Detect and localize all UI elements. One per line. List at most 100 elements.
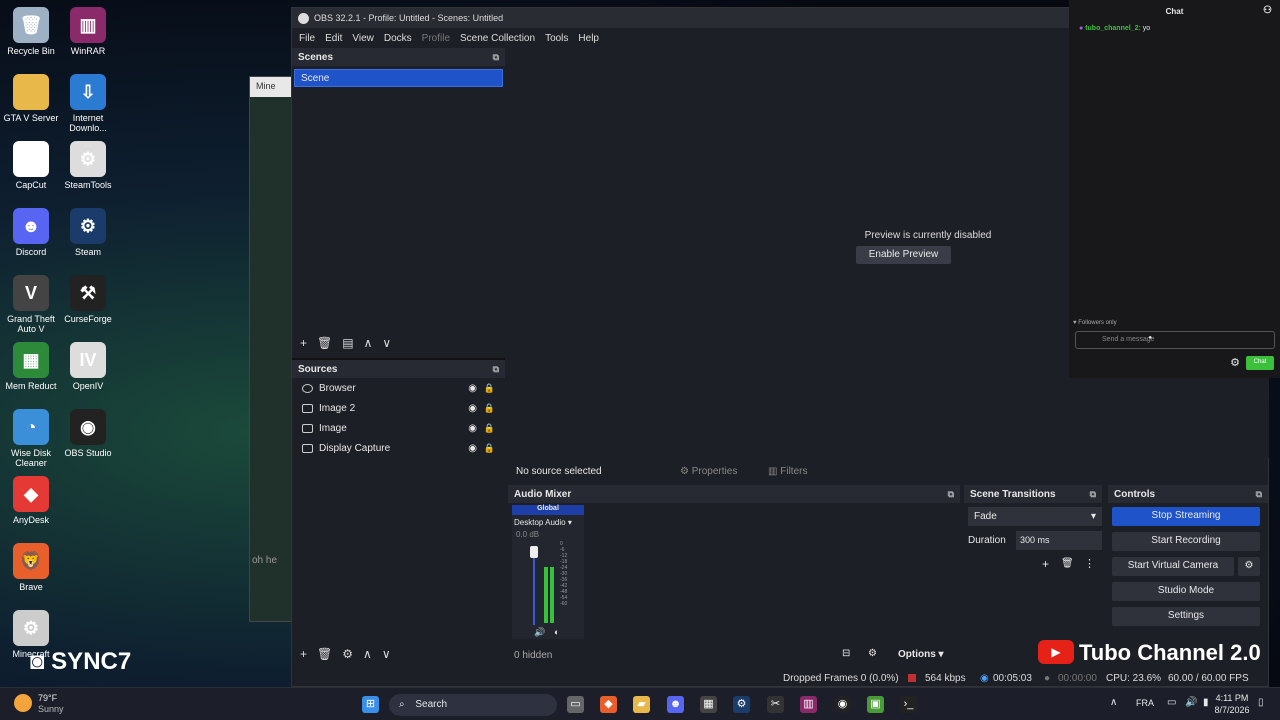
remove-source-icon[interactable]: 🗑 [317,647,332,661]
discord-icon[interactable]: ☻ [667,696,684,713]
menu-scene-collection[interactable]: Scene Collection [455,33,540,44]
volume-slider-handle[interactable] [530,546,538,558]
visibility-eye-icon[interactable]: ◉ [468,383,477,394]
add-transition-icon[interactable]: + [1042,557,1049,571]
lock-icon[interactable]: 🔒 [484,403,495,414]
notification-icon[interactable]: ▯ [1258,697,1264,708]
chat-send-button[interactable]: Chat [1246,356,1274,370]
menu-docks[interactable]: Docks [379,33,417,44]
mixer-settings-icon[interactable]: ⚙ [868,648,877,659]
menu-view[interactable]: View [347,33,379,44]
capcut-icon[interactable]: ✂ [767,696,784,713]
remove-scene-icon[interactable]: 🗑 [317,336,332,350]
desktop-icon[interactable]: ⇩ Internet Downlo... [57,74,119,133]
options-button[interactable]: Options ▾ [898,649,944,660]
menu-tools[interactable]: Tools [540,33,573,44]
users-icon[interactable]: ⚇ [1263,5,1272,16]
obs-icon[interactable]: ◉ [834,696,851,713]
properties-button[interactable]: ⚙ Properties [680,466,737,477]
terminal-icon[interactable]: ›_ [900,696,917,713]
winrar-icon[interactable]: ▥ [800,696,817,713]
menu-profile[interactable]: Profile [417,33,455,44]
visibility-eye-icon[interactable]: ◉ [468,443,477,454]
desktop-icon[interactable]: V Grand Theft Auto V [0,275,62,334]
add-scene-icon[interactable]: + [300,336,307,350]
desktop-icon[interactable]: 🗑 Recycle Bin [0,7,62,56]
duration-input[interactable]: 300 ms [1016,531,1102,550]
desktop-icon[interactable]: ▥ WinRAR [57,7,119,56]
search-box[interactable]: ⌕ Search [389,694,557,716]
clock-time[interactable]: 4:11 PM [1212,693,1252,703]
desktop-icon[interactable]: ☻ Discord [0,208,62,257]
task-view-icon[interactable]: ▭ [567,696,584,713]
desktop-icon[interactable]: 🦁 Brave [0,543,62,592]
scene-filters-icon[interactable]: ▤ [342,336,353,350]
undock-icon[interactable]: ⧉ [493,52,499,63]
volume-icon[interactable]: 🔊 [1185,697,1197,708]
chat-username[interactable]: tubo_channel_2: [1085,25,1141,32]
speaker-icon[interactable]: 🔊 [534,627,545,638]
desktop-icon[interactable]: ◔ Wise Disk Cleaner [0,409,62,468]
clock-date[interactable]: 8/7/2026 [1208,705,1256,715]
visibility-eye-icon[interactable]: ◉ [468,423,477,434]
source-item[interactable]: Image 2 ◉ 🔒 [292,398,505,418]
undock-icon[interactable]: ⧉ [1256,489,1262,500]
desktop-icon[interactable]: ◉ OBS Studio [57,409,119,458]
more-icon[interactable]: ⋮ [1084,557,1095,570]
source-item[interactable]: Image ◉ 🔒 [292,418,505,438]
add-source-icon[interactable]: + [300,647,307,661]
desktop-icon[interactable]: GTA V Server [0,74,62,123]
source-item[interactable]: Display Capture ◉ 🔒 [292,438,505,458]
transition-select[interactable]: Fade ▾ [968,507,1102,526]
desktop-icon[interactable]: ◆ AnyDesk [0,476,62,525]
move-down-icon[interactable]: ∨ [382,647,391,661]
start-icon[interactable]: ⊞ [362,696,379,713]
background-window[interactable]: Mine oh he [249,76,293,622]
move-down-icon[interactable]: ∨ [382,336,391,350]
language-indicator[interactable]: FRA [1136,698,1154,708]
source-properties-icon[interactable]: ⚙ [342,647,353,661]
weather-temp[interactable]: 79°F [38,693,57,703]
tray-overflow-icon[interactable]: ∧ [1110,697,1117,708]
file-explorer-icon[interactable]: ▰ [633,696,650,713]
minecraft-icon[interactable]: ▣ [867,696,884,713]
stop-streaming-button[interactable]: Stop Streaming [1112,507,1260,526]
chat-emote-icon[interactable]: ● [1148,335,1152,341]
settings-button[interactable]: Settings [1112,607,1260,626]
undock-icon[interactable]: ⧉ [493,364,499,375]
lock-icon[interactable]: 🔒 [484,423,495,434]
move-up-icon[interactable]: ∧ [364,336,373,350]
desktop-icon[interactable]: ▦ Mem Reduct [0,342,62,391]
studio-mode-button[interactable]: Studio Mode [1112,582,1260,601]
visibility-eye-icon[interactable]: ◉ [468,403,477,414]
steam-icon[interactable]: ⚙ [733,696,750,713]
mixer-channel-name[interactable]: Desktop Audio ▾ [512,515,584,530]
brave-icon[interactable]: ◆ [600,696,617,713]
lock-icon[interactable]: 🔒 [484,443,495,454]
network-icon[interactable]: ▭ [1167,697,1176,708]
desktop-icon[interactable]: ⚒ CurseForge [57,275,119,324]
menu-file[interactable]: File [294,33,320,44]
chat-settings-icon[interactable]: ⚙ [1230,356,1240,369]
monitor-icon[interactable]: ◐ [554,627,559,637]
remove-transition-icon[interactable]: 🗑 [1061,558,1074,569]
start-recording-button[interactable]: Start Recording [1112,532,1260,551]
volume-slider[interactable] [533,547,535,625]
filters-button[interactable]: ▥ Filters [768,466,807,477]
move-up-icon[interactable]: ∧ [363,647,372,661]
source-item[interactable]: Browser ◉ 🔒 [292,378,505,398]
virtual-camera-settings-icon[interactable]: ⚙ [1238,557,1260,576]
enable-preview-button[interactable]: Enable Preview [856,246,951,264]
desktop-icon[interactable]: IV OpenIV [57,342,119,391]
undock-icon[interactable]: ⧉ [948,489,954,500]
menu-edit[interactable]: Edit [320,33,347,44]
desktop-icon[interactable]: ⚙ Steam [57,208,119,257]
desktop-icon[interactable]: ✂ CapCut [0,141,62,190]
lock-icon[interactable]: 🔒 [484,383,495,394]
scene-item[interactable]: Scene [294,69,503,87]
layout-icon[interactable]: ⊟ [842,648,850,659]
undock-icon[interactable]: ⧉ [1090,489,1096,500]
start-virtual-camera-button[interactable]: Start Virtual Camera [1112,557,1234,576]
store-icon[interactable]: ▦ [700,696,717,713]
menu-help[interactable]: Help [573,33,604,44]
